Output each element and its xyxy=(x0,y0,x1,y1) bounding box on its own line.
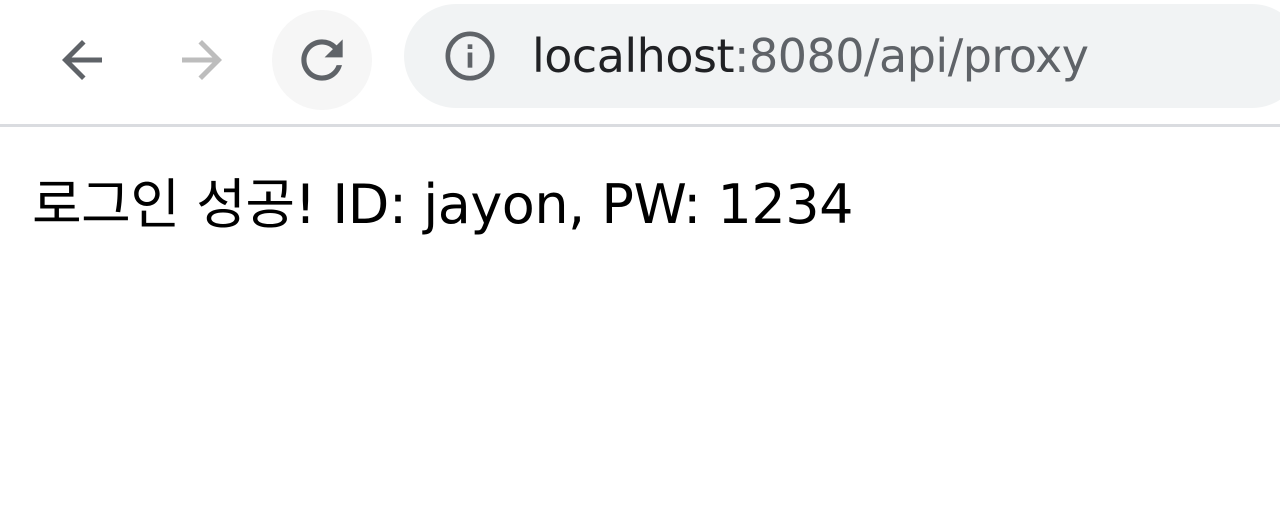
login-success-message: 로그인 성공! ID: jayon, PW: 1234 xyxy=(32,173,853,236)
url-text[interactable]: localhost:8080/api/proxy xyxy=(532,4,1089,108)
arrow-left-icon xyxy=(62,40,102,80)
forward-button[interactable] xyxy=(152,10,252,110)
browser-toolbar: localhost:8080/api/proxy xyxy=(0,0,1280,127)
info-icon[interactable] xyxy=(442,28,498,84)
address-bar[interactable]: localhost:8080/api/proxy xyxy=(404,4,1280,108)
reload-icon xyxy=(301,39,343,81)
url-path: :8080/api/proxy xyxy=(733,29,1089,83)
back-button[interactable] xyxy=(32,10,132,110)
arrow-right-icon xyxy=(182,40,222,80)
url-host: localhost xyxy=(532,29,734,83)
reload-button[interactable] xyxy=(272,10,372,110)
